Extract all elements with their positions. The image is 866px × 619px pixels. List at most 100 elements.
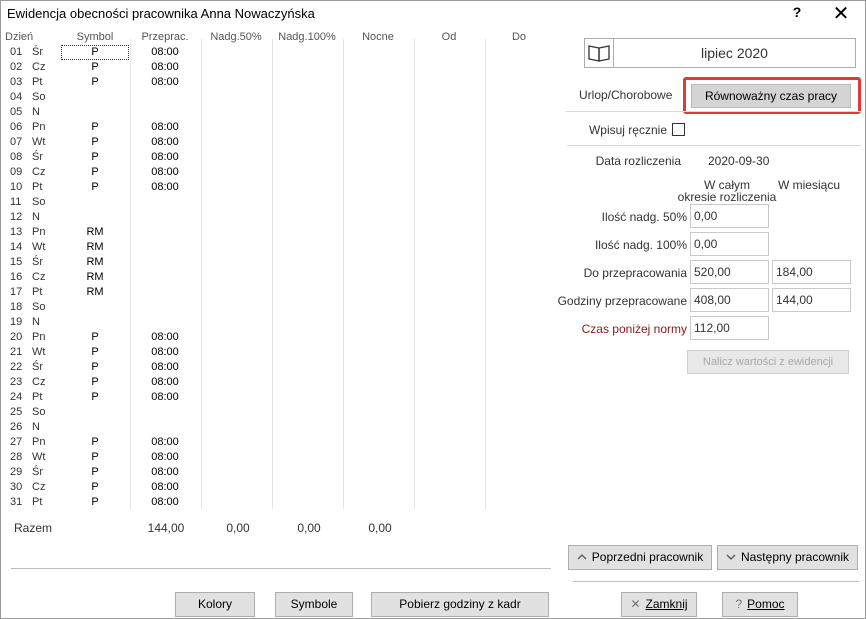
table-row[interactable]: 10 Pt P 08:00 (1, 180, 553, 195)
symbol-cell[interactable]: P (61, 75, 129, 90)
table-row[interactable]: 25 So (1, 405, 553, 420)
table-row[interactable]: 30 Cz P 08:00 (1, 480, 553, 495)
table-row[interactable]: 29 Śr P 08:00 (1, 465, 553, 480)
godziny-przepracowane-miesiac-field[interactable]: 144,00 (772, 288, 851, 312)
weekday-cell: Pt (32, 391, 43, 403)
przeprac-cell[interactable]: 08:00 (131, 345, 199, 360)
symbol-cell[interactable]: P (61, 330, 129, 345)
table-row[interactable]: 28 Wt P 08:00 (1, 450, 553, 465)
symbol-cell[interactable]: P (61, 360, 129, 375)
do-przepracowania-caly-field[interactable]: 520,00 (690, 260, 769, 284)
table-row[interactable]: 17 Pt RM (1, 285, 553, 300)
symbol-cell[interactable]: P (61, 135, 129, 150)
symbol-cell[interactable]: RM (61, 285, 129, 300)
table-row[interactable]: 23 Cz P 08:00 (1, 375, 553, 390)
symbol-cell[interactable]: P (61, 450, 129, 465)
table-row[interactable]: 12 N (1, 210, 553, 225)
nalicz-wartosci-button[interactable]: Nalicz wartości z ewidencji (687, 350, 849, 374)
table-row[interactable]: 22 Śr P 08:00 (1, 360, 553, 375)
symbol-cell[interactable]: P (61, 45, 129, 60)
wpisuj-recznie-checkbox[interactable] (672, 123, 685, 136)
przeprac-cell[interactable]: 08:00 (131, 360, 199, 375)
table-row[interactable]: 21 Wt P 08:00 (1, 345, 553, 360)
symbol-cell[interactable]: P (61, 375, 129, 390)
day-cell: 19 (10, 316, 23, 328)
symbol-cell[interactable]: P (61, 165, 129, 180)
table-row[interactable]: 26 N (1, 420, 553, 435)
przeprac-cell[interactable]: 08:00 (131, 450, 199, 465)
table-row[interactable]: 31 Pt P 08:00 (1, 495, 553, 510)
weekday-cell: So (32, 301, 46, 313)
przeprac-cell[interactable]: 08:00 (131, 435, 199, 450)
table-row[interactable]: 20 Pn P 08:00 (1, 330, 553, 345)
tab-urlop-chorobowe[interactable]: Urlop/Chorobowe (579, 88, 672, 102)
table-row[interactable]: 27 Pn P 08:00 (1, 435, 553, 450)
book-icon[interactable] (585, 39, 614, 67)
symbol-cell[interactable]: P (61, 465, 129, 480)
weekday-cell: Śr (32, 466, 43, 478)
table-row[interactable]: 19 N (1, 315, 553, 330)
symbol-cell[interactable]: P (61, 390, 129, 405)
nadg100-field[interactable]: 0,00 (690, 232, 769, 256)
przeprac-cell[interactable]: 08:00 (131, 375, 199, 390)
table-row[interactable]: 16 Cz RM (1, 270, 553, 285)
table-row[interactable]: 03 Pt P 08:00 (1, 75, 553, 90)
przeprac-cell[interactable]: 08:00 (131, 60, 199, 75)
table-row[interactable]: 18 So (1, 300, 553, 315)
table-row[interactable]: 14 Wt RM (1, 240, 553, 255)
table-row[interactable]: 09 Cz P 08:00 (1, 165, 553, 180)
symbol-cell[interactable]: RM (61, 270, 129, 285)
table-row[interactable]: 01 Śr P 08:00 (1, 45, 553, 60)
symbol-cell[interactable]: P (61, 60, 129, 75)
table-row[interactable]: 06 Pn P 08:00 (1, 120, 553, 135)
symbol-cell[interactable]: P (61, 435, 129, 450)
symbol-cell[interactable]: P (61, 150, 129, 165)
pomoc-button[interactable]: ? Pomoc (722, 592, 798, 617)
close-icon[interactable]: ✕ (819, 3, 863, 27)
zamknij-button[interactable]: ✕ Zamknij (621, 592, 697, 617)
przeprac-cell[interactable]: 08:00 (131, 495, 199, 510)
godziny-przepracowane-caly-field[interactable]: 408,00 (690, 288, 769, 312)
przeprac-cell[interactable]: 08:00 (131, 120, 199, 135)
przeprac-cell[interactable]: 08:00 (131, 135, 199, 150)
symbol-cell[interactable]: P (61, 495, 129, 510)
table-row[interactable]: 11 So (1, 195, 553, 210)
czas-ponizej-normy-field[interactable]: 112,00 (690, 316, 769, 340)
table-row[interactable]: 07 Wt P 08:00 (1, 135, 553, 150)
symbol-cell[interactable]: P (61, 480, 129, 495)
przeprac-cell[interactable]: 08:00 (131, 465, 199, 480)
przeprac-cell[interactable]: 08:00 (131, 390, 199, 405)
symbol-cell[interactable]: P (61, 345, 129, 360)
symbol-cell[interactable]: P (61, 120, 129, 135)
day-cell: 29 (10, 466, 23, 478)
przeprac-cell[interactable]: 08:00 (131, 480, 199, 495)
month-selector[interactable]: lipiec 2020 (584, 38, 856, 68)
table-row[interactable]: 24 Pt P 08:00 (1, 390, 553, 405)
total-nadg50: 0,00 (226, 521, 250, 535)
symbol-cell[interactable]: RM (61, 240, 129, 255)
przeprac-cell[interactable]: 08:00 (131, 180, 199, 195)
table-row[interactable]: 02 Cz P 08:00 (1, 60, 553, 75)
przeprac-cell[interactable]: 08:00 (131, 75, 199, 90)
pobierz-godziny-button[interactable]: Pobierz godziny z kadr (371, 592, 549, 617)
nadg50-field[interactable]: 0,00 (690, 204, 769, 228)
do-przepracowania-miesiac-field[interactable]: 184,00 (772, 260, 851, 284)
poprzedni-pracownik-button[interactable]: Poprzedni pracownik (568, 545, 712, 570)
kolory-button[interactable]: Kolory (175, 592, 255, 617)
symbol-cell[interactable]: RM (61, 225, 129, 240)
table-row[interactable]: 05 N (1, 105, 553, 120)
table-row[interactable]: 15 Śr RM (1, 255, 553, 270)
symbol-cell[interactable]: P (61, 180, 129, 195)
table-row[interactable]: 13 Pn RM (1, 225, 553, 240)
help-icon[interactable]: ? (785, 4, 809, 26)
przeprac-cell[interactable]: 08:00 (131, 150, 199, 165)
nastepny-pracownik-button[interactable]: Następny pracownik (717, 545, 858, 570)
table-row[interactable]: 08 Śr P 08:00 (1, 150, 553, 165)
przeprac-cell[interactable]: 08:00 (131, 330, 199, 345)
symbole-button[interactable]: Symbole (275, 592, 353, 617)
przeprac-cell[interactable]: 08:00 (131, 165, 199, 180)
symbol-cell[interactable]: RM (61, 255, 129, 270)
tab-rownowazny-czas-pracy[interactable]: Równoważny czas pracy (691, 84, 851, 108)
przeprac-cell[interactable]: 08:00 (131, 45, 199, 60)
table-row[interactable]: 04 So (1, 90, 553, 105)
